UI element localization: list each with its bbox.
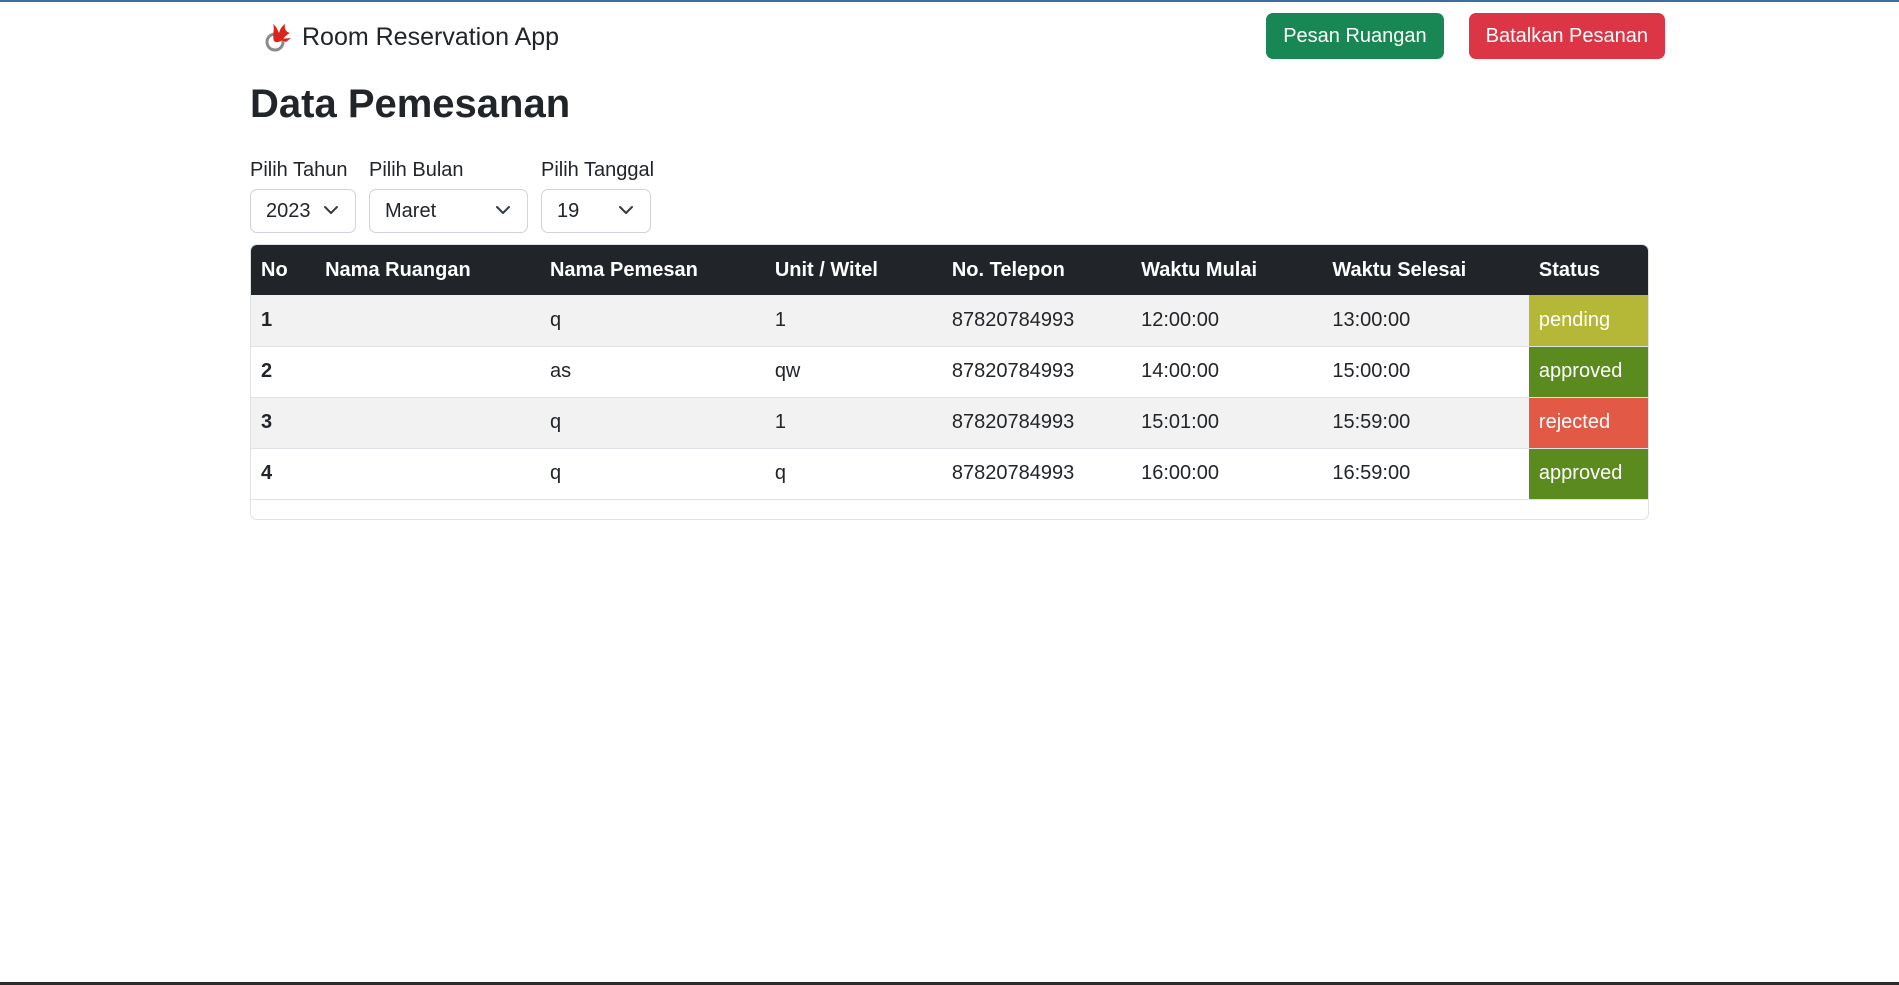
booking-table: No Nama Ruangan Nama Pemesan Unit / Wite… — [251, 245, 1648, 500]
header-phone: No. Telepon — [951, 258, 1065, 281]
year-value: 2023 — [266, 199, 311, 222]
cell-room-name — [315, 448, 540, 499]
cell-end-time: 15:59:00 — [1332, 411, 1411, 433]
page-title: Data Pemesanan — [250, 82, 571, 126]
brand[interactable]: Room Reservation App — [264, 18, 559, 56]
cell-end-time: 13:00:00 — [1332, 308, 1411, 331]
header-room-name: Nama Ruangan — [325, 258, 471, 281]
cell-room-name — [315, 397, 540, 448]
cell-no: 4 — [261, 462, 273, 484]
day-select[interactable]: 19 — [541, 189, 651, 233]
filters: Pilih Tahun 2023 Pilih Bulan Maret Pilih… — [250, 157, 654, 233]
header-booker-name: Nama Pemesan — [549, 258, 698, 281]
cell-phone: 87820784993 — [951, 308, 1075, 331]
cell-end-time: 16:59:00 — [1332, 462, 1411, 484]
status-badge: rejected — [1528, 397, 1648, 448]
chevron-down-icon — [324, 206, 338, 214]
day-filter: Pilih Tanggal 19 — [541, 157, 654, 233]
cell-unit: 1 — [774, 411, 786, 433]
cell-booker-name: q — [549, 308, 562, 331]
header-end-time: Waktu Selesai — [1332, 258, 1467, 281]
cell-no: 1 — [261, 308, 273, 331]
cell-start-time: 15:01:00 — [1141, 411, 1219, 433]
chevron-down-icon — [496, 206, 510, 214]
table-row: 2 as qw 87820784993 14:00:00 15:00:00 ap… — [251, 346, 1648, 397]
cell-phone: 87820784993 — [951, 462, 1075, 484]
header-unit: Unit / Witel — [774, 258, 878, 281]
month-label: Pilih Bulan — [369, 159, 464, 181]
status-badge: approved — [1528, 346, 1648, 397]
cell-room-name — [315, 346, 540, 397]
cell-no: 3 — [261, 411, 273, 433]
cell-phone: 87820784993 — [951, 360, 1075, 382]
cell-unit: qw — [774, 360, 801, 382]
book-room-button[interactable]: Pesan Ruangan — [1266, 13, 1444, 59]
brand-title: Room Reservation App — [302, 22, 560, 51]
month-select[interactable]: Maret — [369, 189, 528, 233]
navbar: Room Reservation App Pesan Ruangan Batal… — [250, 0, 1665, 74]
cell-no: 2 — [261, 360, 273, 382]
cell-booker-name: q — [549, 462, 562, 484]
table-row: 1 q 1 87820784993 12:00:00 13:00:00 pend… — [251, 295, 1648, 346]
day-label: Pilih Tanggal — [541, 159, 655, 181]
nav-buttons: Pesan Ruangan Batalkan Pesanan — [1266, 13, 1665, 59]
cancel-booking-button[interactable]: Batalkan Pesanan — [1468, 13, 1665, 59]
cell-room-name — [315, 295, 540, 346]
month-value: Maret — [385, 199, 437, 222]
month-filter: Pilih Bulan Maret — [369, 157, 528, 233]
status-badge: approved — [1528, 448, 1648, 499]
page-container: Room Reservation App Pesan Ruangan Batal… — [250, 0, 1665, 520]
cell-booker-name: q — [549, 411, 562, 433]
table-row: 4 q q 87820784993 16:00:00 16:59:00 appr… — [251, 448, 1648, 499]
chevron-down-icon — [619, 206, 633, 214]
year-label: Pilih Tahun — [250, 159, 348, 181]
cell-start-time: 12:00:00 — [1141, 308, 1219, 331]
cell-phone: 87820784993 — [951, 411, 1075, 433]
year-select[interactable]: 2023 — [250, 189, 356, 233]
table-row: 3 q 1 87820784993 15:01:00 15:59:00 reje… — [251, 397, 1648, 448]
cell-start-time: 16:00:00 — [1141, 462, 1219, 484]
cell-start-time: 14:00:00 — [1141, 360, 1219, 382]
header-no: No — [261, 258, 288, 281]
header-status: Status — [1538, 258, 1601, 281]
cell-unit: q — [774, 462, 786, 484]
logo-icon — [265, 24, 291, 52]
table-header-row: No Nama Ruangan Nama Pemesan Unit / Wite… — [251, 245, 1648, 295]
booking-table-container: No Nama Ruangan Nama Pemesan Unit / Wite… — [250, 244, 1649, 520]
status-badge: pending — [1528, 295, 1648, 346]
cell-unit: 1 — [774, 308, 786, 331]
cell-end-time: 15:00:00 — [1332, 360, 1411, 382]
header-start-time: Waktu Mulai — [1141, 258, 1258, 281]
day-value: 19 — [557, 199, 580, 222]
year-filter: Pilih Tahun 2023 — [250, 157, 356, 233]
cell-booker-name: as — [549, 360, 572, 382]
